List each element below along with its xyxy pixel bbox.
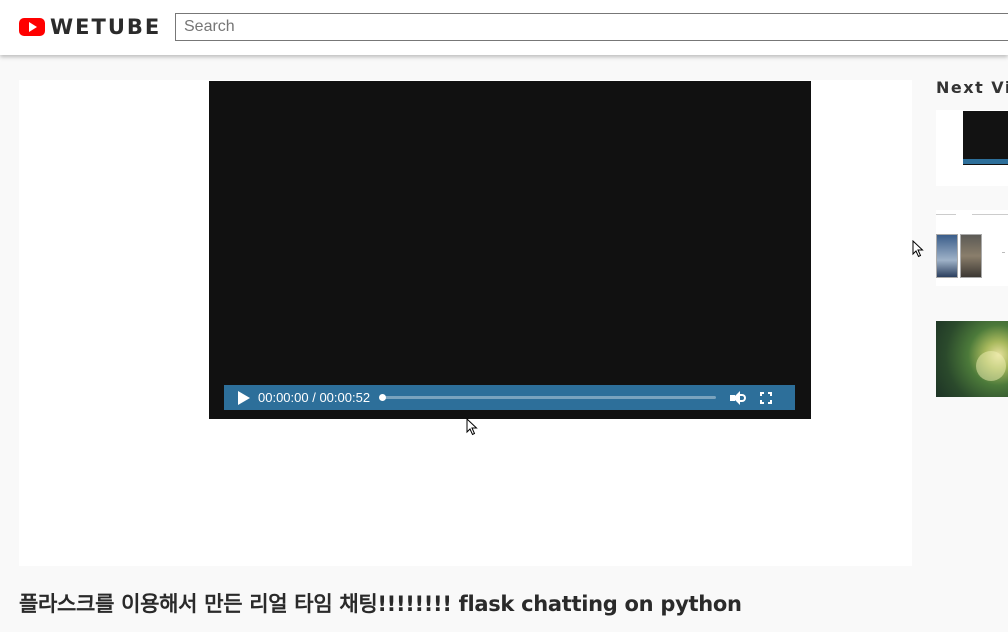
next-video-thumbnail[interactable] <box>936 210 1008 286</box>
progress-bar[interactable] <box>379 394 717 401</box>
play-logo-icon <box>19 18 45 36</box>
progress-knob[interactable] <box>379 394 387 401</box>
logo[interactable]: WETUBE <box>19 14 161 40</box>
play-icon[interactable] <box>238 390 250 405</box>
video-controls: 00:00:00 / 00:00:52 <box>224 385 795 410</box>
next-video-thumbnail[interactable] <box>936 321 1008 397</box>
volume-icon[interactable] <box>730 390 748 405</box>
video-player[interactable]: 00:00:00 / 00:00:52 <box>209 81 811 419</box>
next-video-thumbnail[interactable] <box>936 110 1008 186</box>
player-area: 00:00:00 / 00:00:52 <box>19 80 912 566</box>
next-videos-heading: Next Vid <box>936 78 1008 97</box>
search-input[interactable] <box>175 13 1008 41</box>
time-display: 00:00:00 / 00:00:52 <box>258 390 371 405</box>
video-title: 플라스크를 이용해서 만든 리얼 타임 채팅!!!!!!!! flask cha… <box>19 592 742 616</box>
fullscreen-icon[interactable] <box>760 391 773 404</box>
header: WETUBE <box>0 0 1008 55</box>
logo-text: WETUBE <box>50 15 162 39</box>
